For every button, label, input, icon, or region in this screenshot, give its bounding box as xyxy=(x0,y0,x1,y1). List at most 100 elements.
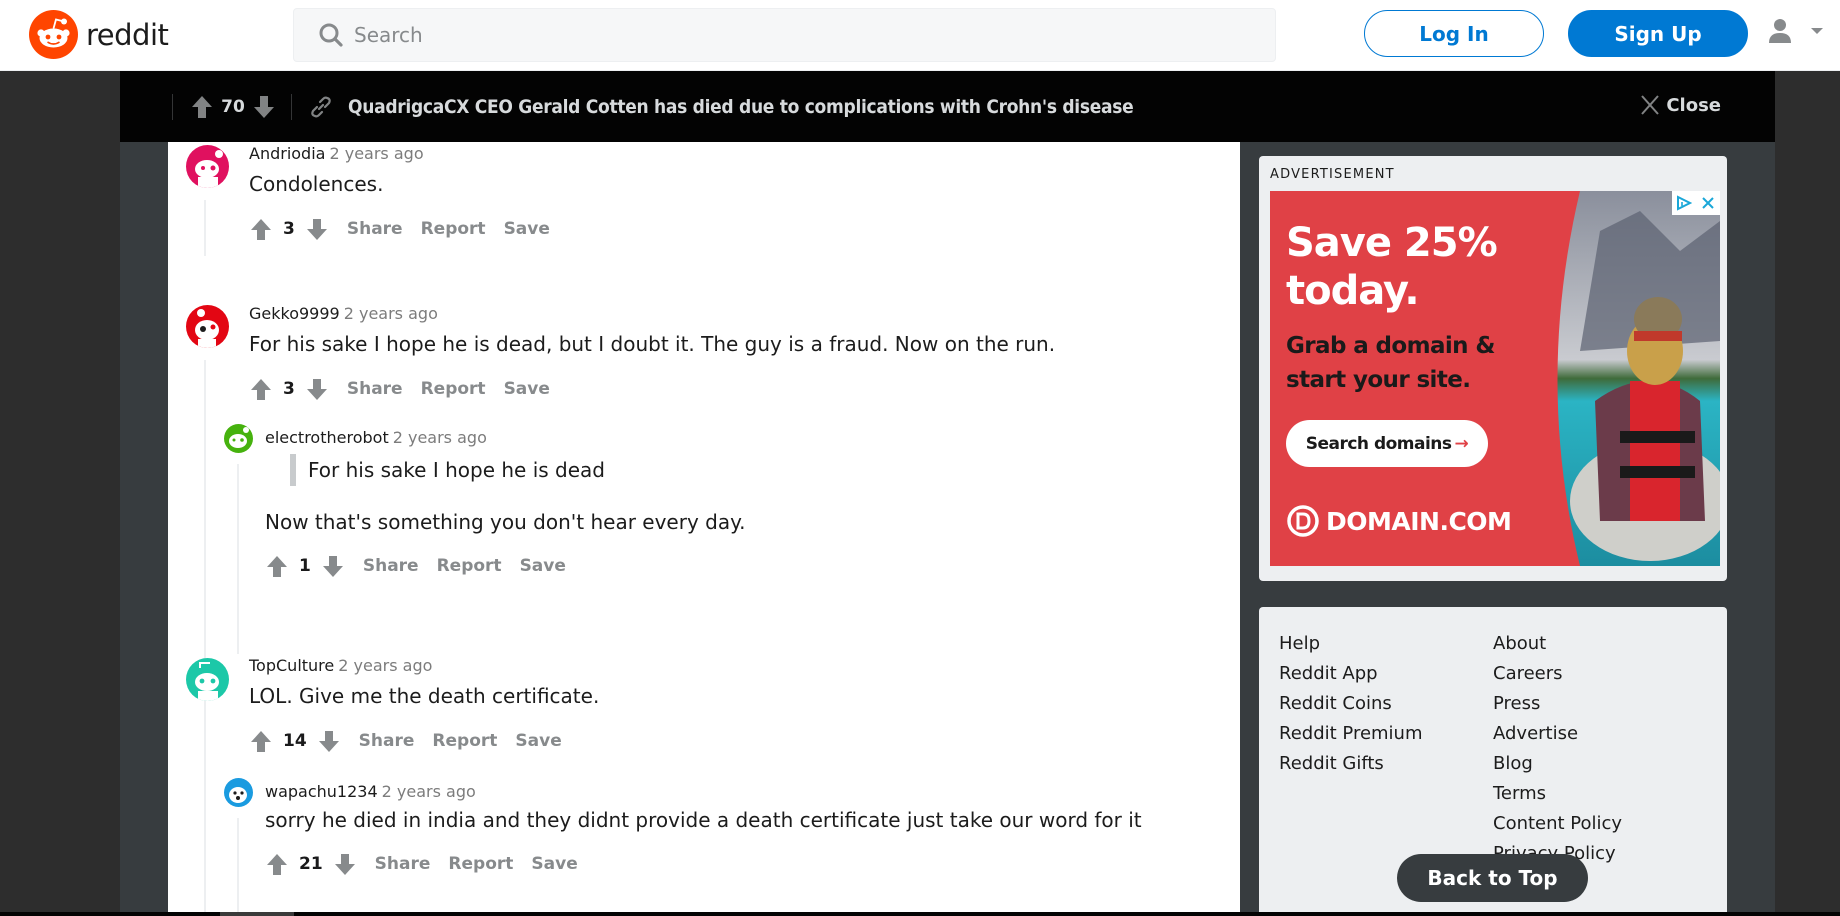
footer-link-content-policy[interactable]: Content Policy xyxy=(1493,809,1622,839)
comment-author[interactable]: Andriodia xyxy=(249,144,325,163)
ad-sub-line: Grab a domain & xyxy=(1286,333,1495,359)
comment-score: 14 xyxy=(283,731,307,751)
report-button[interactable]: Report xyxy=(421,379,486,399)
footer-link-press[interactable]: Press xyxy=(1493,689,1622,719)
adchoices-icon[interactable] xyxy=(1672,191,1696,215)
thread-collapse-line[interactable] xyxy=(204,200,206,256)
advertisement-label: ADVERTISEMENT xyxy=(1270,167,1395,182)
footer-link-about[interactable]: About xyxy=(1493,629,1622,659)
avatar[interactable] xyxy=(186,305,229,348)
footer-link-reddit-coins[interactable]: Reddit Coins xyxy=(1279,689,1423,719)
comment-author[interactable]: wapachu1234 xyxy=(265,782,378,801)
upvote-arrow-icon[interactable] xyxy=(249,377,273,401)
footer-link-help[interactable]: Help xyxy=(1279,629,1423,659)
post-title[interactable]: QuadrigcaCX CEO Gerald Cotten has died d… xyxy=(348,96,1134,118)
login-button[interactable]: Log In xyxy=(1364,10,1544,57)
comment-author[interactable]: TopCulture xyxy=(249,656,334,675)
ad-search-domains-button[interactable]: Search domains → xyxy=(1286,420,1488,467)
ad-creative[interactable]: Save 25% today. Grab a domain & start yo… xyxy=(1270,191,1720,566)
comment-actions: 1 Share Report Save xyxy=(265,554,566,578)
save-button[interactable]: Save xyxy=(504,219,550,239)
footer-link-terms[interactable]: Terms xyxy=(1493,779,1622,809)
comment-score: 3 xyxy=(283,379,295,399)
comment-meta: Gekko9999 2 years ago xyxy=(249,304,438,323)
avatar[interactable] xyxy=(186,145,229,188)
comment-reply: wapachu1234 2 years ago sorry he died in … xyxy=(224,778,1224,912)
ad-sub-line: start your site. xyxy=(1286,367,1471,393)
footer-link-reddit-gifts[interactable]: Reddit Gifts xyxy=(1279,749,1423,779)
upvote-arrow-icon[interactable] xyxy=(191,95,213,119)
comment: TopCulture 2 years ago LOL. Give me the d… xyxy=(168,654,1240,912)
report-button[interactable]: Report xyxy=(448,854,513,874)
save-button[interactable]: Save xyxy=(515,731,561,751)
downvote-arrow-icon[interactable] xyxy=(321,554,345,578)
comment-actions: 3 Share Report Save xyxy=(249,217,550,241)
comment-time[interactable]: 2 years ago xyxy=(338,656,432,675)
save-button[interactable]: Save xyxy=(520,556,566,576)
comment-author[interactable]: electrotherobot xyxy=(265,428,389,447)
search-bar[interactable] xyxy=(293,8,1276,62)
thread-collapse-line[interactable] xyxy=(204,714,206,912)
comment-score: 21 xyxy=(299,854,323,874)
downvote-arrow-icon[interactable] xyxy=(333,852,357,876)
signup-button[interactable]: Sign Up xyxy=(1568,10,1748,57)
share-button[interactable]: Share xyxy=(363,556,419,576)
comment-score: 1 xyxy=(299,556,311,576)
downvote-arrow-icon[interactable] xyxy=(317,729,341,753)
report-button[interactable]: Report xyxy=(421,219,486,239)
ad-close-icon[interactable] xyxy=(1696,191,1720,215)
downvote-arrow-icon[interactable] xyxy=(305,377,329,401)
search-input[interactable] xyxy=(354,23,1154,47)
footer-link-advertise[interactable]: Advertise xyxy=(1493,719,1622,749)
user-dropdown[interactable] xyxy=(1768,18,1824,44)
post-score: 70 xyxy=(221,96,245,117)
divider xyxy=(172,93,173,120)
comment-time[interactable]: 2 years ago xyxy=(329,144,423,163)
ad-brand-text: DOMAIN.COM xyxy=(1326,506,1512,536)
avatar[interactable] xyxy=(224,424,253,453)
comment-time[interactable]: 2 years ago xyxy=(382,782,476,801)
comment-time[interactable]: 2 years ago xyxy=(393,428,487,447)
comment-time[interactable]: 2 years ago xyxy=(344,304,438,323)
avatar[interactable] xyxy=(224,778,253,807)
close-x-icon xyxy=(1641,95,1660,115)
report-button[interactable]: Report xyxy=(437,556,502,576)
downvote-arrow-icon[interactable] xyxy=(305,217,329,241)
snoo-avatar-icon xyxy=(229,787,247,803)
reddit-home-link[interactable]: reddit xyxy=(29,10,169,59)
ad-choices[interactable] xyxy=(1672,191,1720,215)
share-button[interactable]: Share xyxy=(347,379,403,399)
upvote-arrow-icon[interactable] xyxy=(249,729,273,753)
upvote-arrow-icon[interactable] xyxy=(265,852,289,876)
footer-link-reddit-premium[interactable]: Reddit Premium xyxy=(1279,719,1423,749)
thread-collapse-line[interactable] xyxy=(237,818,239,912)
avatar[interactable] xyxy=(186,658,229,701)
save-button[interactable]: Save xyxy=(531,854,577,874)
footer-link-reddit-app[interactable]: Reddit App xyxy=(1279,659,1423,689)
share-button[interactable]: Share xyxy=(359,731,415,751)
upvote-arrow-icon[interactable] xyxy=(249,217,273,241)
post-vote-controls: 70 xyxy=(191,95,275,119)
comment-author[interactable]: Gekko9999 xyxy=(249,304,340,323)
horizontal-scrollbar-thumb[interactable] xyxy=(220,912,294,916)
share-button[interactable]: Share xyxy=(347,219,403,239)
save-button[interactable]: Save xyxy=(504,379,550,399)
comment-blockquote: For his sake I hope he is dead xyxy=(290,454,605,486)
thread-collapse-line[interactable] xyxy=(237,464,239,654)
snoo-avatar-icon xyxy=(195,662,219,701)
upvote-arrow-icon[interactable] xyxy=(265,554,289,578)
footer-link-careers[interactable]: Careers xyxy=(1493,659,1622,689)
ad-headline-line: today. xyxy=(1286,268,1420,314)
share-button[interactable]: Share xyxy=(375,854,431,874)
snoo-avatar-icon xyxy=(229,427,249,448)
close-post-button[interactable]: Close xyxy=(1640,94,1721,116)
footer-links-left: Help Reddit App Reddit Coins Reddit Prem… xyxy=(1279,629,1423,779)
report-button[interactable]: Report xyxy=(432,731,497,751)
post-top-bar: 70 QuadrigcaCX CEO Gerald Cotten has die… xyxy=(120,71,1775,142)
comment-body: sorry he died in india and they didnt pr… xyxy=(265,808,1142,832)
footer-link-blog[interactable]: Blog xyxy=(1493,749,1622,779)
back-to-top-button[interactable]: Back to Top xyxy=(1397,854,1588,902)
downvote-arrow-icon[interactable] xyxy=(253,95,275,119)
ad-subheadline: Grab a domain & start your site. xyxy=(1286,329,1495,397)
advertisement-card: ADVERTISEMENT Save 25% today. Grab a dom… xyxy=(1259,156,1727,581)
